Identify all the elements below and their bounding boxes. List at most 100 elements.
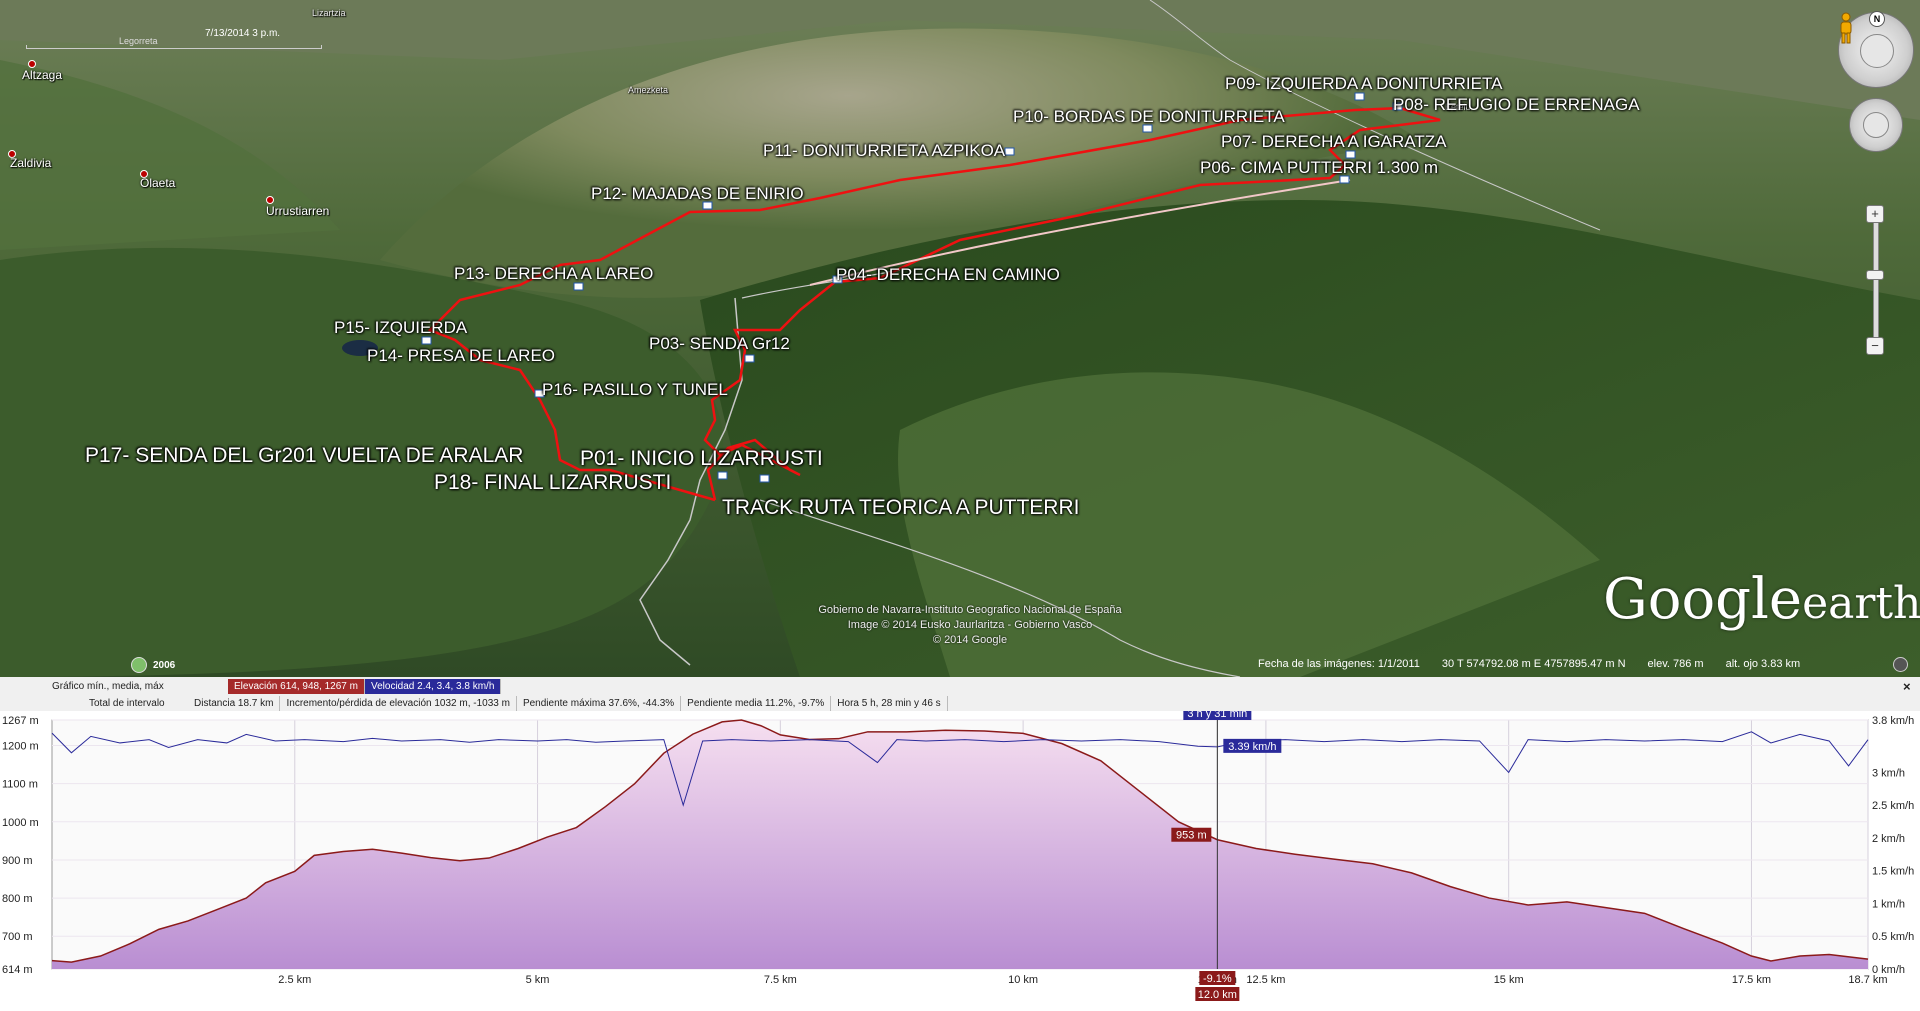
place-marker	[28, 60, 36, 68]
y-tick-label-left: 900 m	[2, 855, 33, 867]
copyright-line: Image © 2014 Eusko Jaurlaritza - Gobiern…	[847, 619, 1093, 631]
copyright-notice: Gobierno de Navarra-Instituto Geografico…	[780, 603, 1160, 648]
y-tick-label-right: 2 km/h	[1872, 833, 1905, 845]
navigation-controls[interactable]: N + −	[1838, 11, 1914, 355]
waypoint-p16[interactable]: P16- PASILLO Y TUNEL	[542, 380, 728, 400]
stats-label: Total de intervalo	[89, 697, 165, 709]
place-label[interactable]: Zaldivia	[10, 156, 51, 170]
waypoint-p12[interactable]: P12- MAJADAS DE ENIRIO	[591, 184, 804, 204]
google-earth-logo: Googleearth	[1603, 567, 1920, 632]
stats-row-interval: Total de intervalo Distancia 18.7 km Inc…	[0, 695, 948, 711]
y-tick-label-right: 2.5 km/h	[1872, 800, 1914, 812]
scale-bar: Legorreta	[26, 36, 322, 52]
stats-row-graph: Gráfico mín., media, máx Elevación 614, …	[0, 678, 502, 694]
elevation-stat[interactable]: Elevación 614, 948, 1267 m	[228, 678, 365, 694]
y-tick-label-left: 700 m	[2, 931, 33, 943]
y-tick-label-left: 1000 m	[2, 817, 39, 829]
hand-icon[interactable]	[1863, 112, 1889, 138]
cursor-speed-label: 3.39 km/h	[1228, 741, 1276, 753]
y-tick-label-left: 614 m	[2, 964, 33, 976]
zoom-out-button[interactable]: −	[1866, 337, 1884, 355]
waypoint-p01[interactable]: P01- INICIO LIZARRUSTI	[580, 447, 823, 471]
elevation-profile-panel: Gráfico mín., media, máx Elevación 614, …	[0, 677, 1920, 1011]
place-label[interactable]: Lizartzia	[312, 8, 346, 18]
elevation-gain-stat: Incremento/pérdida de elevación 1032 m, …	[280, 695, 517, 711]
waypoint-p15[interactable]: P15- IZQUIERDA	[334, 318, 467, 338]
move-joystick[interactable]	[1849, 98, 1903, 152]
x-tick-label: 5 km	[526, 974, 550, 986]
zoom-in-button[interactable]: +	[1866, 205, 1884, 223]
close-icon[interactable]: ×	[1903, 679, 1911, 694]
eye-altitude: alt. ojo 3.83 km	[1725, 658, 1801, 670]
y-axis-left: 1267 m 1200 m 1100 m 1000 m 900 m 800 m 700 m 6…	[2, 715, 39, 976]
zoom-slider[interactable]: + −	[1865, 205, 1885, 355]
cursor-grade-label: -9.1%	[1203, 973, 1232, 985]
cursor-elevation-label: 953 m	[1176, 830, 1207, 842]
x-axis: 2.5 km5 km7.5 km10 km12.0 km12.5 km15 km…	[278, 974, 1887, 986]
waypoint-p06[interactable]: P06- CIMA PUTTERRI 1.300 m	[1200, 158, 1438, 178]
waypoint-p14[interactable]: P14- PRESA DE LAREO	[367, 346, 555, 366]
place-label[interactable]: Urrustiarren	[266, 204, 329, 218]
y-tick-label-left: 1200 m	[2, 741, 39, 753]
time-stat: Hora 5 h, 28 min y 46 s	[831, 695, 948, 711]
copyright-line: Gobierno de Navarra-Instituto Geografico…	[818, 604, 1122, 616]
x-tick-label: 15 km	[1494, 974, 1524, 986]
profile-stats: Gráfico mín., media, máx Elevación 614, …	[0, 677, 1920, 711]
speed-stat[interactable]: Velocidad 2.4, 3.4, 3.8 km/h	[364, 678, 502, 694]
place-label[interactable]: Altzaga	[22, 68, 62, 82]
stats-label: Gráfico mín., media, máx	[52, 680, 164, 692]
x-tick-label: 18.7 km	[1848, 974, 1887, 986]
copyright-line: © 2014 Google	[932, 634, 1008, 646]
look-center-icon[interactable]	[1860, 34, 1894, 68]
waypoint-p07[interactable]: P07- DERECHA A IGARATZA	[1221, 132, 1446, 152]
x-tick-label: 17.5 km	[1732, 974, 1771, 986]
logo-earth: earth	[1802, 578, 1920, 629]
cursor-coordinates: 30 T 574792.08 m E 4757895.47 m N	[1441, 658, 1626, 670]
cursor-distance-label: 12.0 km	[1198, 989, 1237, 1001]
waypoint-p18[interactable]: P18- FINAL LIZARRUSTI	[434, 471, 671, 495]
y-tick-label-right: 0.5 km/h	[1872, 931, 1914, 943]
y-tick-label-right: 3 km/h	[1872, 767, 1905, 779]
historical-imagery-badge[interactable]: 2006	[131, 657, 175, 673]
x-tick-label: 10 km	[1008, 974, 1038, 986]
earth-3d-view[interactable]: Altzaga Zaldivia Olaeta Urrustiarren Ame…	[0, 0, 1920, 677]
time-slider-label: 7/13/2014 3 p.m.	[205, 28, 281, 39]
imagery-date: Fecha de las imágenes: 1/1/2011	[1258, 658, 1420, 670]
y-tick-label-right: 1 km/h	[1872, 898, 1905, 910]
y-tick-label-left: 1100 m	[2, 779, 38, 791]
logo-google: Google	[1603, 567, 1803, 632]
x-tick-label: 12.5 km	[1246, 974, 1285, 986]
x-tick-label: 2.5 km	[278, 974, 311, 986]
place-label[interactable]: Olaeta	[140, 176, 175, 190]
status-bar: Fecha de las imágenes: 1/1/2011 30 T 574…	[1258, 658, 1800, 670]
clock-icon[interactable]	[131, 657, 147, 673]
waypoint-p17[interactable]: P17- SENDA DEL Gr201 VUELTA DE ARALAR	[85, 444, 523, 468]
waypoint-p08[interactable]: P08- REFUGIO DE ERRENAGA	[1393, 95, 1640, 115]
north-compass-icon[interactable]: N	[1869, 11, 1885, 27]
waypoint-p03[interactable]: P03- SENDA Gr12	[649, 334, 790, 354]
y-tick-label-right: 1.5 km/h	[1872, 866, 1914, 878]
cursor-time-label: 3 h y 31 min	[1187, 711, 1247, 720]
scale-label: Legorreta	[119, 36, 158, 46]
y-tick-label-right: 3.8 km/h	[1872, 715, 1914, 727]
imagery-year: 2006	[153, 659, 176, 671]
waypoint-p10[interactable]: P10- BORDAS DE DONITURRIETA	[1013, 107, 1285, 127]
place-label[interactable]: Amezketa	[628, 85, 668, 95]
y-tick-label-left: 800 m	[2, 893, 33, 905]
cursor-elevation: elev. 786 m	[1647, 658, 1704, 670]
max-grade-stat: Pendiente máxima 37.6%, -44.3%	[517, 695, 682, 711]
y-axis-right: 3.8 km/h 3 km/h 2.5 km/h 2 km/h 1.5 km/h 1 km…	[1872, 715, 1914, 976]
y-tick-label-left: 1267 m	[2, 715, 39, 727]
waypoint-p11[interactable]: P11- DONITURRIETA AZPIKOA	[763, 141, 1005, 161]
zoom-thumb[interactable]	[1866, 270, 1884, 280]
elevation-chart[interactable]: 1267 m 1200 m 1100 m 1000 m 900 m 800 m 700 m 6…	[0, 711, 1920, 1011]
waypoint-p09[interactable]: P09- IZQUIERDA A DONITURRIETA	[1225, 74, 1502, 94]
scale-line	[26, 45, 322, 49]
x-tick-label: 7.5 km	[764, 974, 797, 986]
street-view-pegman-icon[interactable]	[1838, 12, 1854, 44]
waypoint-p04[interactable]: P04- DERECHA EN CAMINO	[836, 265, 1060, 285]
streaming-icon	[1893, 657, 1908, 672]
place-marker	[266, 196, 274, 204]
track-label[interactable]: TRACK RUTA TEORICA A PUTTERRI	[722, 496, 1079, 520]
waypoint-p13[interactable]: P13- DERECHA A LAREO	[454, 264, 653, 284]
